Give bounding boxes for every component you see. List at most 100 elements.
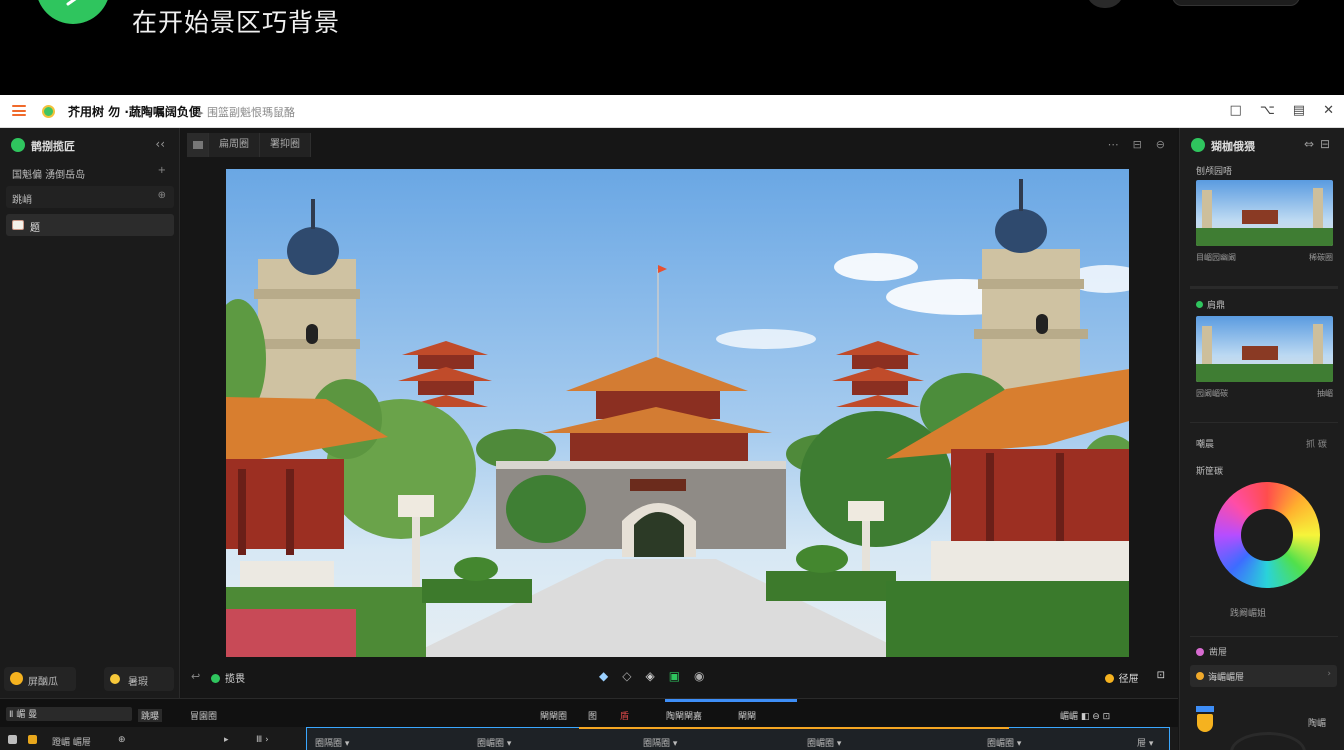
timeline-toolbar: Ⅱ 嵋 曼 跳曝 冒園圈 閘閘圈 图 盾 陶閘閘嘉 閘閘 嵋嵋 ◧ ⊖ ⊡ (0, 707, 1178, 725)
left-footer-button-b[interactable]: 暑瑕 (104, 667, 174, 691)
timeline: Ⅱ 嵋 曼 跳曝 冒園圈 閘閘圈 图 盾 陶閘閘嘉 閘閘 嵋嵋 ◧ ⊖ ⊡ 蹬嵋… (0, 698, 1178, 750)
focus-tool-icon[interactable]: ◉ (694, 669, 704, 683)
swap-icon[interactable]: ⇔ (1304, 137, 1314, 151)
color-label: 斯筐碳 (1196, 467, 1224, 477)
canvas-top-icons: ⋯ ⊟ ⊖ (1108, 138, 1165, 151)
timeline-progress (665, 699, 797, 702)
app-titlebar: 芥用树 勿 ·蔬陶嘱阔负便 ▸ 围篮副魁恨瑪鼠酪 □ ⌥ ▤ ✕ (0, 95, 1344, 128)
timeline-record-icon[interactable]: 盾 (620, 709, 629, 722)
preset-thumbnail[interactable] (1196, 180, 1333, 246)
left-list-item-selected[interactable]: 题 (6, 214, 174, 236)
timeline-tool-a[interactable]: 閘閘圈 (540, 709, 567, 722)
close-icon[interactable]: ✕ (1323, 103, 1334, 119)
editor-workspace: 鹊捌揽匠 ‹‹ 国魁偏 湧倒岳岛 + 跳峭 ⊕ 题 屏酗瓜 暑瑕 扁周圈 署抑圈… (0, 128, 1344, 750)
clip-label[interactable]: 圈隔圈 ▾ (315, 736, 349, 749)
caption-toggle-button[interactable] (1086, 0, 1124, 8)
canvas-export-label[interactable]: 径屉 (1105, 670, 1139, 685)
caption-action-button[interactable] (1172, 0, 1300, 6)
left-panel-footer: 屏酗瓜 暑瑕 (4, 667, 174, 693)
timeline-tool-e[interactable]: 閘閘 (738, 709, 756, 722)
canvas-tabs: 扁周圈 署抑圈 (187, 133, 311, 157)
dial-icon[interactable] (1230, 732, 1306, 750)
left-panel: 鹊捌揽匠 ‹‹ 国魁偏 湧倒岳岛 + 跳峭 ⊕ 题 屏酗瓜 暑瑕 (0, 128, 180, 698)
track-toggle-icon[interactable] (8, 735, 17, 744)
timeline-tool-b[interactable]: 图 (588, 709, 597, 722)
add-icon[interactable]: + (158, 165, 166, 176)
track-lock-icon[interactable] (28, 735, 37, 744)
timeline-tool-d[interactable]: 陶閘閘嘉 (666, 709, 702, 722)
left-footer-button-a[interactable]: 屏酗瓜 (4, 667, 76, 691)
tab-edit[interactable]: 扁周圈 (209, 133, 260, 157)
left-footer-button-b-label: 暑瑕 (128, 677, 148, 688)
timeline-search-field[interactable]: Ⅱ 嵋 曼 (6, 707, 132, 721)
layout-icon[interactable]: ⊟ (1320, 137, 1330, 151)
preset-meta: 园阚嵋碳 抽嵋 (1196, 388, 1333, 399)
timeline-tab-a[interactable]: 跳曝 (138, 709, 163, 722)
clip-label[interactable]: 屉 ▾ (1137, 736, 1153, 749)
timeline-right-tools[interactable]: 嵋嵋 ◧ ⊖ ⊡ (1060, 709, 1110, 722)
more-icon[interactable]: ⋯ (1108, 138, 1119, 151)
track-add-icon[interactable]: ⊕ (118, 735, 126, 745)
canvas-tools: ◆ ◇ ◈ ▣ ◉ (599, 669, 705, 683)
timeline-clip-track[interactable]: 圈隔圈 ▾ 圈嵋圈 ▾ 圈隔圈 ▾ 圈嵋圈 ▾ 圈嵋圈 ▾ 屉 ▾ (306, 727, 1170, 750)
canvas-layer-label[interactable]: 揽畏 (211, 670, 245, 685)
color-wheel-label: 践阚嵋姐 (1230, 609, 1267, 619)
preset-meta-left: 目嵋园幽阚 (1196, 253, 1236, 262)
track-pause-icon[interactable]: Ⅲ › (256, 735, 269, 745)
app-logo-icon (42, 105, 55, 118)
layout-icon[interactable]: ⊟ (1133, 138, 1142, 151)
clip-label[interactable]: 圈嵋圈 ▾ (987, 736, 1021, 749)
scenic-preview-image[interactable] (226, 169, 1129, 657)
shield-badge-icon (1192, 706, 1216, 736)
window-restore-icon[interactable]: □ (1230, 103, 1242, 119)
timeline-field-label: Ⅱ 嵋 曼 (9, 710, 38, 720)
diamond-tool-icon[interactable]: ◆ (599, 669, 608, 683)
clip-label[interactable]: 圈隔圈 ▾ (643, 736, 677, 749)
left-list-item[interactable]: 跳峭 ⊕ (6, 186, 174, 208)
zoom-out-icon[interactable]: ⊖ (1156, 138, 1165, 151)
left-panel-header: 鹊捌揽匠 ‹‹ (0, 134, 179, 156)
hanger-icon[interactable]: ⌥ (1260, 103, 1275, 119)
hamburger-menu-icon[interactable] (12, 105, 26, 116)
caption-text: 在开始景区巧背景 (132, 8, 341, 37)
preset-thumbnail[interactable] (1196, 316, 1333, 382)
style-select-value: 诲嵋嵋屉 (1208, 673, 1245, 683)
section-label-text: 肩鼎 (1207, 301, 1226, 311)
right-panel-header: 猢枷俄猥 ⇔ ⊟ (1180, 134, 1344, 156)
section-label: 肩鼎 (1196, 298, 1225, 311)
sticker-icon (110, 674, 120, 684)
canvas-area: 扁周圈 署抑圈 ⋯ ⊟ ⊖ ↩ 揽畏 ◆ ◇ ◈ ▣ ◉ 径屉 ⊡ (181, 128, 1177, 698)
left-list-item-label: 跳峭 (12, 195, 32, 206)
app-title: 芥用树 勿 ·蔬陶嘱阔负便 (68, 105, 201, 119)
left-footer-button-a-label: 屏酗瓜 (28, 677, 58, 688)
right-panel: 猢枷俄猥 ⇔ ⊟ 刨颅园唔 目嵋园幽阚 稀碳圈 肩鼎 园阚嵋碳 抽嵋 嘲晨 抓 … (1179, 128, 1344, 750)
preset-meta-right: 稀碳圈 (1309, 253, 1333, 262)
right-panel-title: 猢枷俄猥 (1211, 140, 1255, 153)
fill-label-text: 凿屉 (1209, 648, 1228, 658)
app-subtitle: ▸ 围篮副魁恨瑪鼠酪 (198, 106, 296, 119)
clip-label[interactable]: 圈嵋圈 ▾ (477, 736, 511, 749)
tab-grid[interactable] (187, 133, 209, 157)
section-label: 刨颅园唔 (1196, 167, 1233, 177)
caption-band: 在开始景区巧背景 (0, 0, 1344, 95)
timeline-tab-b[interactable]: 冒園圈 (190, 709, 217, 722)
shape-tool-icon[interactable]: ◈ (645, 669, 654, 683)
tab-export[interactable]: 署抑圈 (260, 133, 311, 157)
left-list-item[interactable]: 国魁偏 湧倒岳岛 + (6, 161, 174, 183)
target-icon[interactable]: ⊕ (158, 190, 166, 201)
track-play-icon[interactable]: ▸ (224, 735, 229, 745)
outline-tool-icon[interactable]: ◇ (622, 669, 631, 683)
save-icon[interactable]: ▤ (1293, 103, 1305, 119)
adjust-value[interactable]: 抓 碳 (1306, 437, 1327, 450)
timeline-tracks: 蹬嵋 嵋屉 ⊕ ▸ Ⅲ › 圈隔圈 ▾ 圈嵋圈 ▾ 圈隔圈 ▾ 圈嵋圈 ▾ 圈嵋… (0, 727, 1178, 750)
arrow-left-icon[interactable]: ↩ (191, 670, 200, 683)
panel-logo-icon (11, 138, 25, 152)
collapse-icon[interactable]: ‹‹ (155, 137, 165, 151)
grid-tool-icon[interactable]: ▣ (669, 669, 680, 683)
play-logo-icon (36, 0, 110, 24)
color-wheel[interactable] (1214, 482, 1320, 588)
emoji-icon (10, 672, 23, 685)
style-select[interactable]: 诲嵋嵋屉 › (1190, 665, 1337, 687)
clip-label[interactable]: 圈嵋圈 ▾ (807, 736, 841, 749)
fullscreen-icon[interactable]: ⊡ (1157, 670, 1165, 685)
